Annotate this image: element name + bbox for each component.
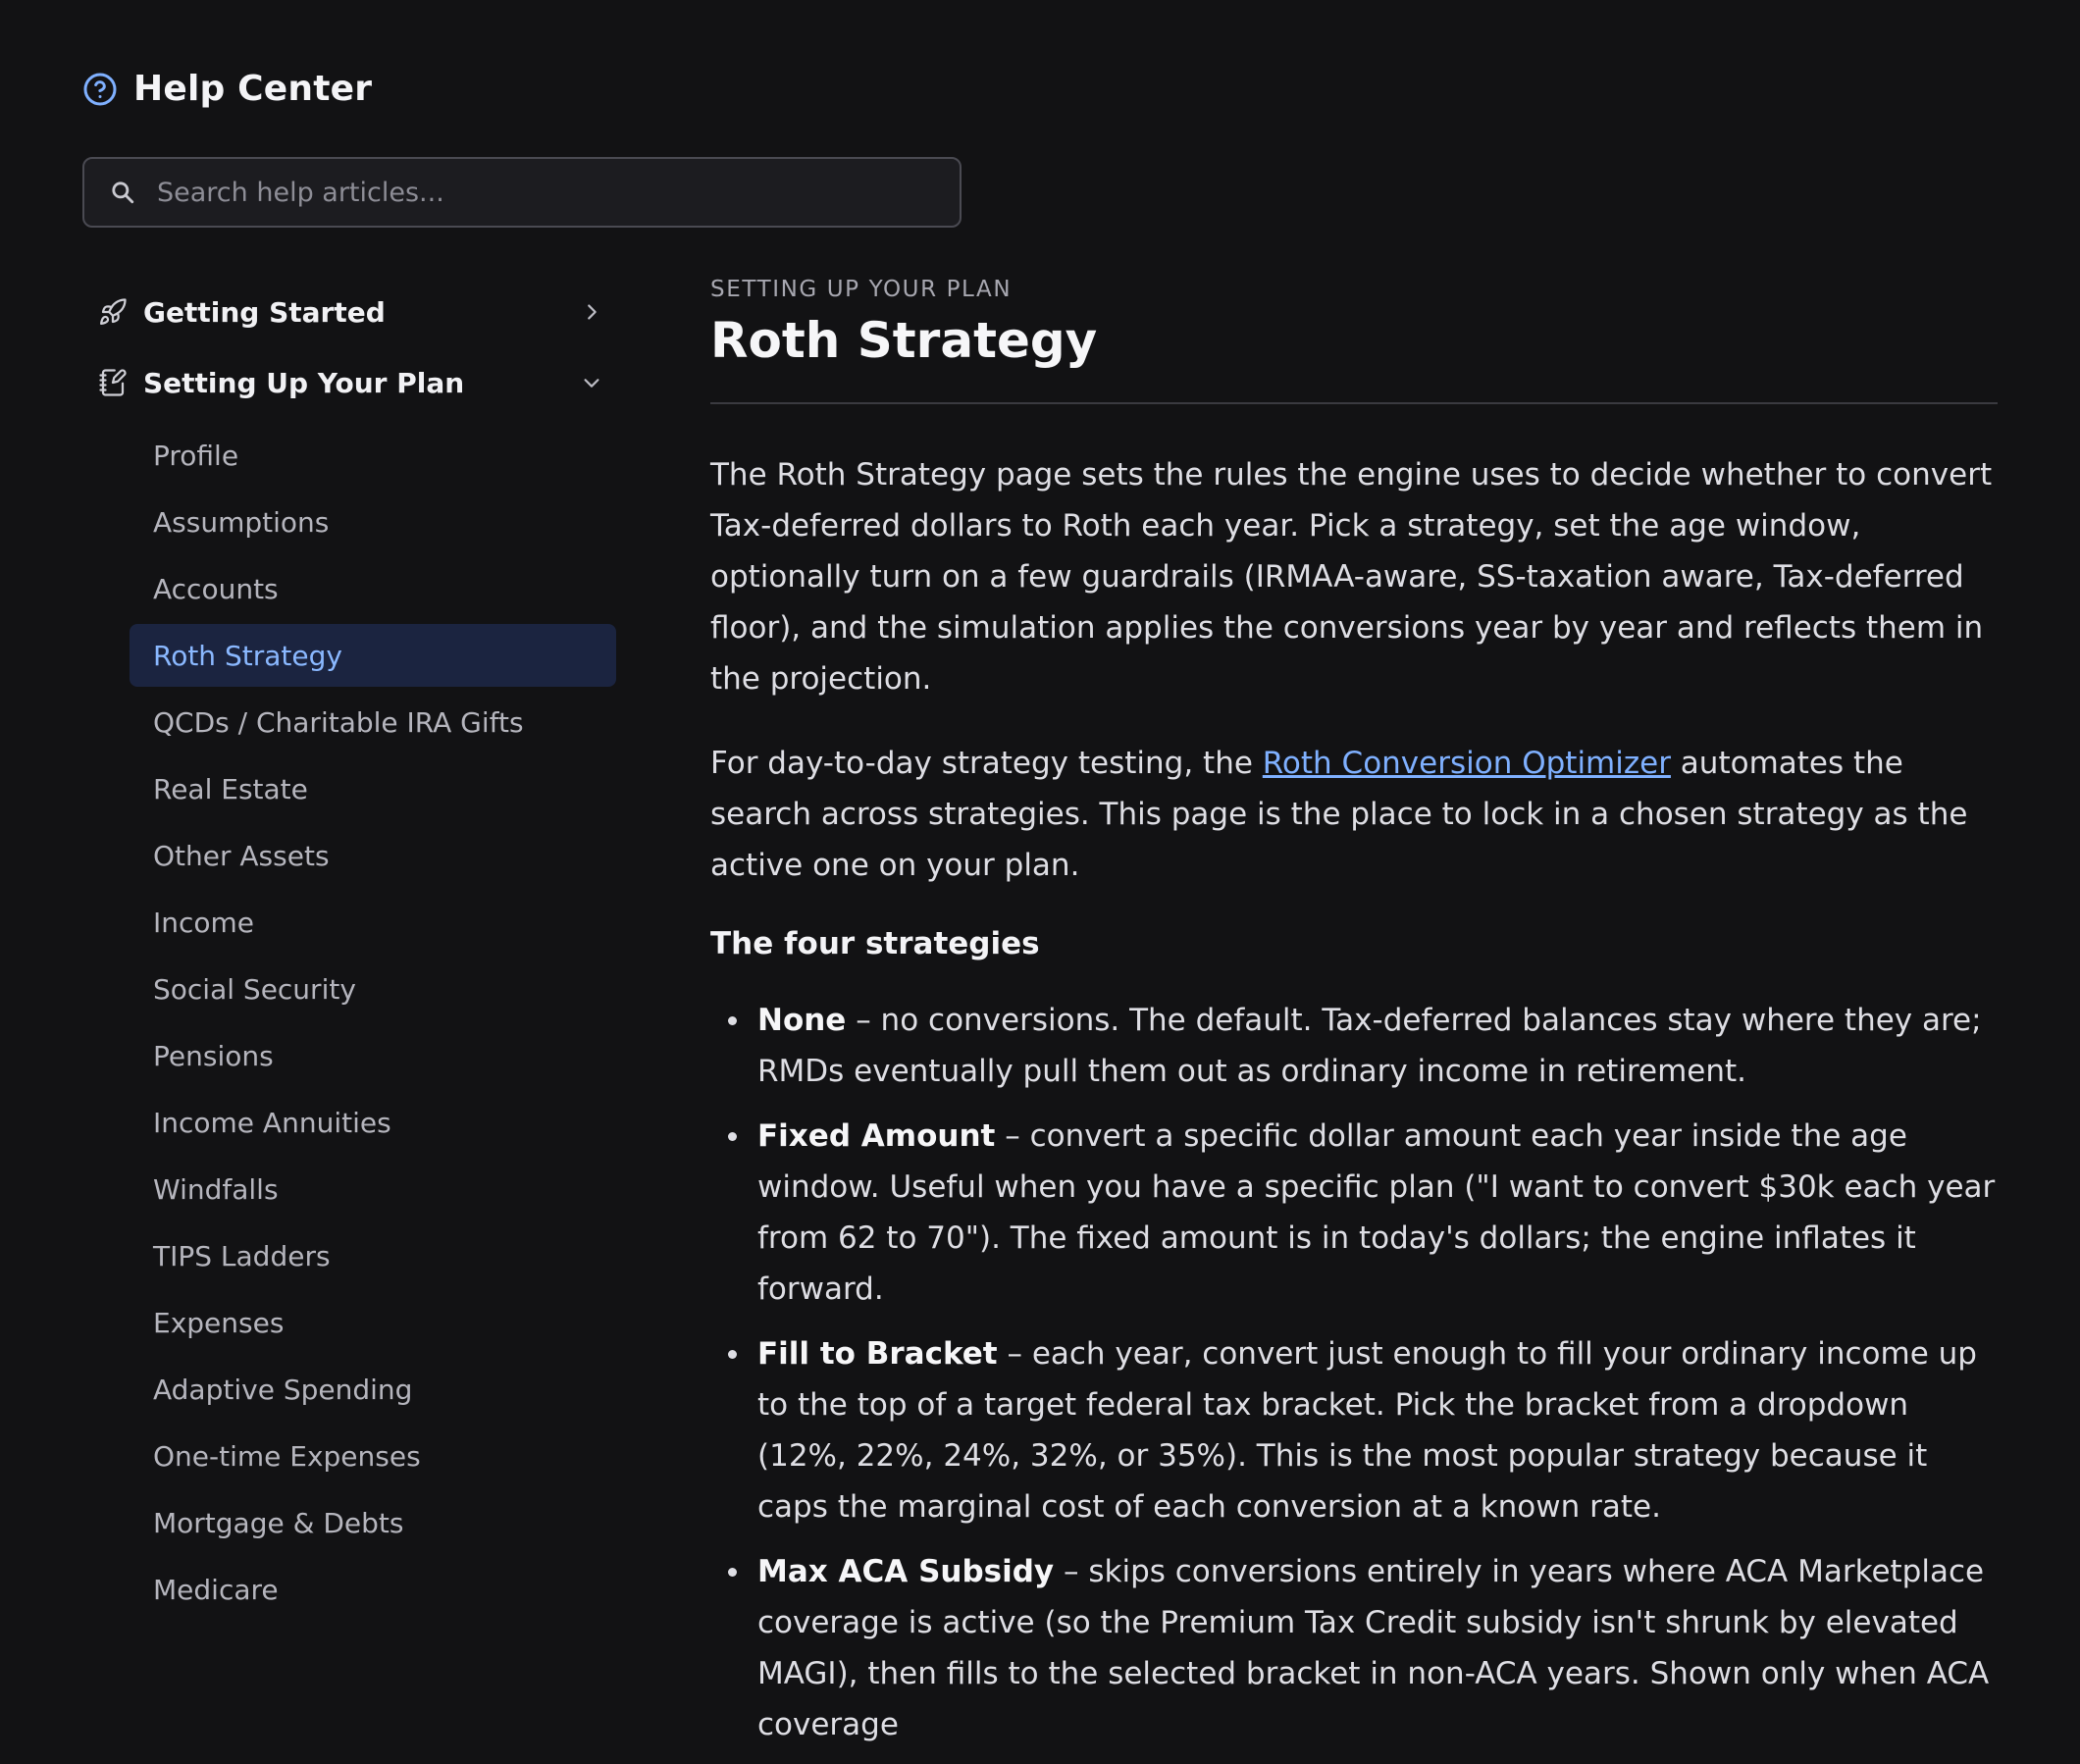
sidebar-section-setting-up-your-plan[interactable]: Setting Up Your Plan	[82, 347, 618, 418]
breadcrumb: SETTING UP YOUR PLAN	[710, 277, 1013, 302]
rocket-icon	[96, 295, 130, 329]
search-icon	[110, 180, 135, 205]
strategy-name: None	[757, 1003, 847, 1038]
list-item: Fixed Amount – convert a specific dollar…	[728, 1111, 2002, 1315]
sidebar-item-assumptions[interactable]: Assumptions	[130, 491, 616, 553]
sidebar-item-expenses[interactable]: Expenses	[130, 1291, 616, 1354]
page-title: Roth Strategy	[710, 312, 1098, 369]
sidebar-item-qcds[interactable]: QCDs / Charitable IRA Gifts	[130, 691, 616, 753]
sidebar-section-label: Getting Started	[143, 295, 386, 329]
sidebar-item-real-estate[interactable]: Real Estate	[130, 757, 616, 820]
sidebar-item-pensions[interactable]: Pensions	[130, 1024, 616, 1087]
roth-conversion-optimizer-link[interactable]: Roth Conversion Optimizer	[1263, 746, 1671, 781]
sidebar-item-social-security[interactable]: Social Security	[130, 958, 616, 1020]
section-heading: The four strategies	[710, 926, 1040, 961]
notebook-icon	[96, 366, 130, 399]
paragraph-text: For day-to-day strategy testing, the	[710, 746, 1263, 781]
sidebar-item-adaptive-spending[interactable]: Adaptive Spending	[130, 1358, 616, 1421]
sidebar-item-mortgage-debts[interactable]: Mortgage & Debts	[130, 1491, 616, 1554]
strategy-description: – no conversions. The default. Tax-defer…	[757, 1003, 1982, 1089]
sidebar-item-windfalls[interactable]: Windfalls	[130, 1158, 616, 1220]
optimizer-paragraph: For day-to-day strategy testing, the Rot…	[710, 738, 1998, 891]
intro-paragraph: The Roth Strategy page sets the rules th…	[710, 457, 1993, 697]
help-circle-icon	[82, 72, 118, 107]
sidebar-section-getting-started[interactable]: Getting Started	[82, 277, 618, 347]
sidebar-item-income-annuities[interactable]: Income Annuities	[130, 1091, 616, 1154]
strategy-name: Max ACA Subsidy	[757, 1554, 1055, 1589]
sidebar-item-other-assets[interactable]: Other Assets	[130, 824, 616, 887]
list-item: Fill to Bracket – each year, convert jus…	[728, 1328, 2002, 1532]
strategy-list: None – no conversions. The default. Tax-…	[728, 995, 2002, 1750]
chevron-down-icon	[579, 370, 604, 395]
search-box[interactable]	[82, 157, 962, 228]
sidebar-items: Profile Assumptions Accounts Roth Strate…	[82, 424, 618, 1621]
chevron-right-icon	[579, 299, 604, 325]
article: SETTING UP YOUR PLAN Roth Strategy The R…	[710, 277, 1998, 1764]
sidebar-item-roth-strategy[interactable]: Roth Strategy	[130, 624, 616, 687]
list-item: None – no conversions. The default. Tax-…	[728, 995, 2002, 1097]
sidebar-item-tips-ladders[interactable]: TIPS Ladders	[130, 1224, 616, 1287]
search-input[interactable]	[157, 177, 922, 208]
strategy-name: Fixed Amount	[757, 1118, 996, 1154]
sidebar-section-label: Setting Up Your Plan	[143, 366, 465, 399]
sidebar-item-one-time-expenses[interactable]: One-time Expenses	[130, 1425, 616, 1487]
sidebar-item-medicare[interactable]: Medicare	[130, 1558, 616, 1621]
divider	[710, 402, 1998, 404]
sidebar-item-profile[interactable]: Profile	[130, 424, 616, 487]
sidebar-item-income[interactable]: Income	[130, 891, 616, 954]
sidebar-nav: Getting Started Setting Up Your Plan Pro…	[82, 277, 618, 1625]
list-item: Max ACA Subsidy – skips conversions enti…	[728, 1546, 2002, 1750]
sidebar-item-accounts[interactable]: Accounts	[130, 557, 616, 620]
strategy-name: Fill to Bracket	[757, 1336, 998, 1372]
app-title: Help Center	[133, 69, 373, 109]
help-center-header: Help Center	[82, 69, 372, 109]
